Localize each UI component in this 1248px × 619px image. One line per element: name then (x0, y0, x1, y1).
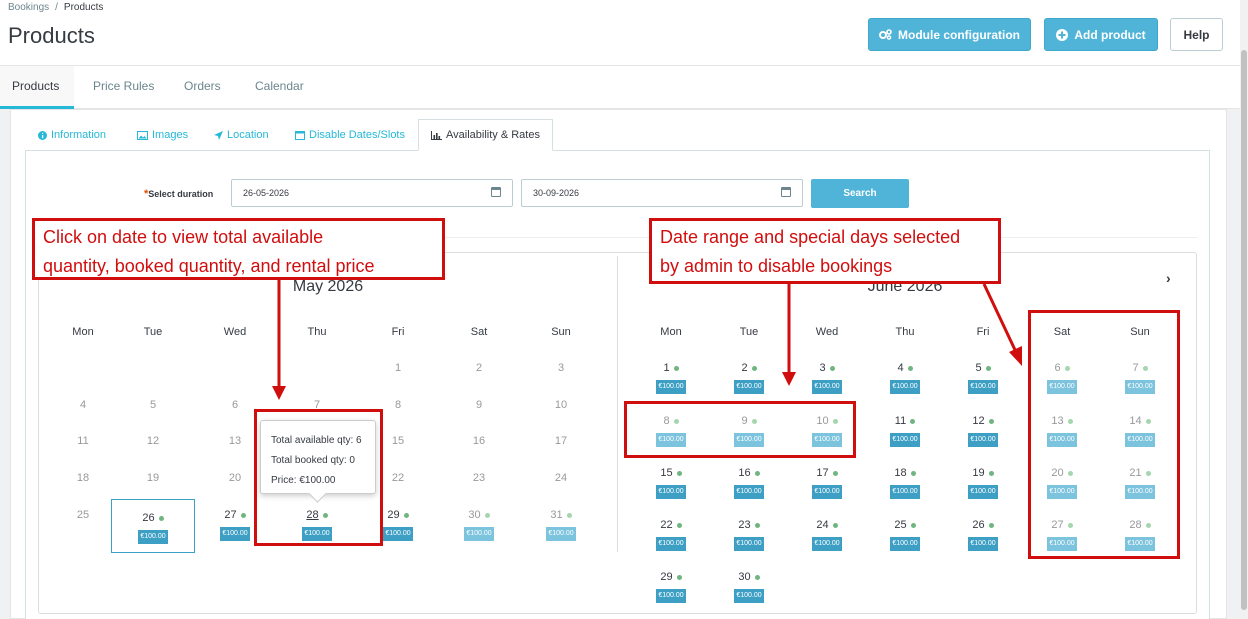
annotation-arrows (272, 280, 1022, 400)
